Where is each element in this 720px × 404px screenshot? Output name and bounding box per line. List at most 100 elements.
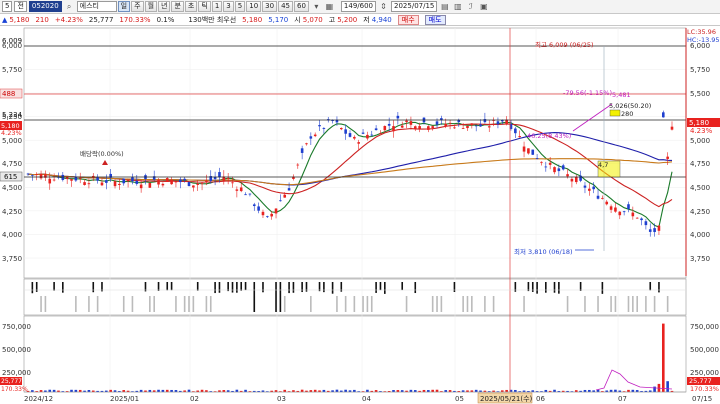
date-field[interactable]: 2025/07/15 [391,1,438,12]
volume-bar [431,389,434,392]
candle-body [257,206,260,211]
quote-low-label: 저 [363,15,370,24]
candle-body [274,208,278,214]
volume-tag: 25,777 [689,377,712,385]
signal-bar-up [536,282,538,294]
candle-body [396,115,400,119]
interval-5-button[interactable]: 5 [234,1,246,12]
signal-bar-down [523,296,525,312]
signal-bar-down [336,296,338,312]
candle-body [405,120,408,122]
candle-body [361,132,365,134]
signal-bar-down [209,296,212,312]
search-icon[interactable]: ⌕ [64,1,75,12]
candle-body [131,177,134,182]
save-icon[interactable]: ▣ [478,1,489,12]
candle-body [192,185,195,188]
volume-bar [322,389,326,392]
y-tick-5000: 5,000 [2,137,22,145]
period-minute-button[interactable]: 분 [171,1,184,12]
chart-area[interactable]: 6,000 5,750 5,250 5,000 4,750 4,500 4,25… [0,26,720,404]
volume-panel-frame [23,315,687,393]
period-second-button[interactable]: 초 [184,1,198,12]
volume-bar [52,389,56,392]
stock-name[interactable]: 에스티 [76,1,117,12]
candle-body [640,218,643,221]
candle-body [270,213,273,217]
candle-body [370,134,374,136]
y-tick-right-5500: 5,500 [690,90,710,98]
interval-3-button[interactable]: 3 [223,1,234,12]
y-tick-right-4750: 4,750 [690,160,710,168]
signal-bar-strong [253,282,256,312]
volume-bar [474,389,478,392]
grid-icon[interactable]: ▦ [324,1,335,12]
screen-number[interactable]: 5 [2,1,13,12]
interval-1-button[interactable]: 1 [211,1,223,12]
candle-body [535,158,539,159]
chart-toolbar: 5 전 052020 ⌕ 에스티 일 주 월 년 분 초 틱 1 3 5 10 … [0,0,720,14]
candle-body [648,229,652,232]
signal-bar-up [301,282,303,293]
candle-body [579,175,582,181]
signal-bar-up [601,282,604,294]
signal-bar-down [405,296,408,312]
candle-body [566,174,569,177]
volume-bar [661,323,665,392]
sell-button[interactable]: 매도 [424,14,446,25]
candle-body [266,216,269,218]
candle-body [305,143,308,145]
period-monthly-button[interactable]: 월 [144,1,158,12]
period-tick-button[interactable]: 틱 [198,1,211,12]
step-icon[interactable]: ⇕ [378,1,389,12]
chart-type-icon[interactable]: ▥ [452,1,463,12]
stock-chart[interactable]: 6,000 5,750 5,250 5,000 4,750 4,500 4,25… [0,26,720,404]
settings-icon[interactable]: ▾ [311,1,322,12]
buy-button[interactable]: 매수 [397,14,419,25]
candle-body [35,174,39,176]
stock-code-input[interactable]: 052020 [28,1,62,12]
volume-bar [244,389,247,392]
signal-bar-up [323,282,325,293]
candle-body [653,228,656,233]
interval-10-button[interactable]: 10 [246,1,262,12]
period-weekly-button[interactable]: 주 [131,1,144,12]
calendar-icon[interactable]: ▤ [439,1,450,12]
candle-body [474,125,478,127]
quote-change: 210 [35,15,49,24]
candle-body [139,184,143,189]
candle-body [448,122,452,124]
volume-bar [366,389,369,392]
candle-body [609,206,613,210]
candle-body [418,126,421,129]
volume-bar [109,389,112,392]
candle-body [596,195,600,199]
y-tick-4000: 4,000 [2,231,22,239]
candle-body [165,178,169,182]
interval-60-button[interactable]: 60 [294,1,309,12]
candle-body [83,182,86,185]
signal-bar-down [205,296,208,312]
period-yearly-button[interactable]: 년 [158,1,171,12]
bar-count-field[interactable]: 149/600 [340,1,377,12]
period-daily-button[interactable]: 일 [117,1,131,12]
candle-body [479,124,482,127]
signal-bar-down [344,296,347,312]
signal-bar-up [649,282,652,291]
annotation-drop: -79.56(-1.15%) [563,89,612,97]
interval-30-button[interactable]: 30 [262,1,278,12]
volume-bar [588,389,591,392]
candle-body [105,180,108,183]
candle-body [548,162,552,165]
candle-body [605,201,609,205]
signal-bar-down [666,296,669,312]
candle-body [205,180,208,182]
market-select[interactable]: 전 [14,1,27,12]
indicator-icon[interactable]: ℐ [465,1,476,12]
interval-45-button[interactable]: 45 [278,1,293,12]
current-pct-tag: 4.23% [690,127,713,135]
signal-bar-up [453,282,456,292]
vol-tick-500000: 500,000 [2,346,31,354]
candle-body [161,183,165,186]
signal-bar-up [92,282,95,293]
